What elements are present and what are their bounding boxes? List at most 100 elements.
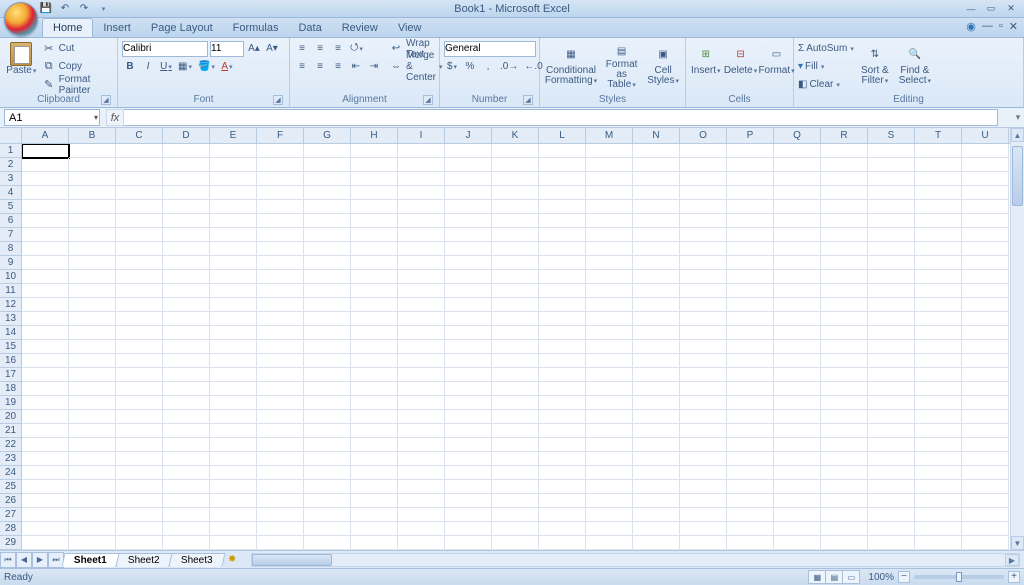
cell-S16[interactable] bbox=[868, 354, 915, 368]
row-head-8[interactable]: 8 bbox=[0, 242, 21, 256]
cell-D10[interactable] bbox=[163, 270, 210, 284]
page-layout-view-icon[interactable]: ▤ bbox=[825, 570, 843, 584]
zoom-level[interactable]: 100% bbox=[868, 572, 894, 583]
cell-J16[interactable] bbox=[445, 354, 492, 368]
cell-L13[interactable] bbox=[539, 312, 586, 326]
cell-T10[interactable] bbox=[915, 270, 962, 284]
cell-O21[interactable] bbox=[680, 424, 727, 438]
row-head-5[interactable]: 5 bbox=[0, 200, 21, 214]
cell-K24[interactable] bbox=[492, 466, 539, 480]
cell-M7[interactable] bbox=[586, 228, 633, 242]
cell-M29[interactable] bbox=[586, 536, 633, 550]
cell-C11[interactable] bbox=[116, 284, 163, 298]
tab-home[interactable]: Home bbox=[42, 18, 93, 37]
cell-A24[interactable] bbox=[22, 466, 69, 480]
cell-H8[interactable] bbox=[351, 242, 398, 256]
cell-C29[interactable] bbox=[116, 536, 163, 550]
cell-Q16[interactable] bbox=[774, 354, 821, 368]
cell-A27[interactable] bbox=[22, 508, 69, 522]
row-head-1[interactable]: 1 bbox=[0, 144, 21, 158]
cell-B12[interactable] bbox=[69, 298, 116, 312]
cell-G25[interactable] bbox=[304, 480, 351, 494]
cell-N1[interactable] bbox=[633, 144, 680, 158]
cell-L28[interactable] bbox=[539, 522, 586, 536]
cell-M27[interactable] bbox=[586, 508, 633, 522]
cell-T5[interactable] bbox=[915, 200, 962, 214]
cell-N9[interactable] bbox=[633, 256, 680, 270]
cell-H2[interactable] bbox=[351, 158, 398, 172]
cell-H11[interactable] bbox=[351, 284, 398, 298]
cell-P27[interactable] bbox=[727, 508, 774, 522]
save-icon[interactable]: 💾 bbox=[38, 2, 54, 16]
cell-P25[interactable] bbox=[727, 480, 774, 494]
zoom-in-button[interactable]: + bbox=[1008, 571, 1020, 583]
cell-U10[interactable] bbox=[962, 270, 1009, 284]
cell-H28[interactable] bbox=[351, 522, 398, 536]
row-head-21[interactable]: 21 bbox=[0, 424, 21, 438]
cell-I27[interactable] bbox=[398, 508, 445, 522]
cell-L22[interactable] bbox=[539, 438, 586, 452]
cell-S7[interactable] bbox=[868, 228, 915, 242]
cell-D14[interactable] bbox=[163, 326, 210, 340]
cell-D3[interactable] bbox=[163, 172, 210, 186]
cell-D17[interactable] bbox=[163, 368, 210, 382]
cell-G5[interactable] bbox=[304, 200, 351, 214]
cell-S2[interactable] bbox=[868, 158, 915, 172]
cell-C13[interactable] bbox=[116, 312, 163, 326]
cell-G12[interactable] bbox=[304, 298, 351, 312]
cell-A15[interactable] bbox=[22, 340, 69, 354]
cell-R11[interactable] bbox=[821, 284, 868, 298]
cell-U14[interactable] bbox=[962, 326, 1009, 340]
cell-B27[interactable] bbox=[69, 508, 116, 522]
find-select-button[interactable]: 🔍Find & Select bbox=[896, 40, 934, 92]
cell-G13[interactable] bbox=[304, 312, 351, 326]
cell-T2[interactable] bbox=[915, 158, 962, 172]
cell-S6[interactable] bbox=[868, 214, 915, 228]
cell-K11[interactable] bbox=[492, 284, 539, 298]
cell-F4[interactable] bbox=[257, 186, 304, 200]
cell-L29[interactable] bbox=[539, 536, 586, 550]
cell-M23[interactable] bbox=[586, 452, 633, 466]
cell-P8[interactable] bbox=[727, 242, 774, 256]
cell-R10[interactable] bbox=[821, 270, 868, 284]
cell-U8[interactable] bbox=[962, 242, 1009, 256]
cell-K13[interactable] bbox=[492, 312, 539, 326]
cell-R7[interactable] bbox=[821, 228, 868, 242]
cell-C17[interactable] bbox=[116, 368, 163, 382]
cell-O29[interactable] bbox=[680, 536, 727, 550]
cell-R13[interactable] bbox=[821, 312, 868, 326]
cell-G18[interactable] bbox=[304, 382, 351, 396]
zoom-out-button[interactable]: − bbox=[898, 571, 910, 583]
cell-H3[interactable] bbox=[351, 172, 398, 186]
cell-U9[interactable] bbox=[962, 256, 1009, 270]
cell-R18[interactable] bbox=[821, 382, 868, 396]
cell-E3[interactable] bbox=[210, 172, 257, 186]
cell-S15[interactable] bbox=[868, 340, 915, 354]
cell-S4[interactable] bbox=[868, 186, 915, 200]
row-head-17[interactable]: 17 bbox=[0, 368, 21, 382]
align-left-icon[interactable]: ≡ bbox=[294, 59, 310, 75]
cell-L25[interactable] bbox=[539, 480, 586, 494]
cell-A3[interactable] bbox=[22, 172, 69, 186]
cell-P10[interactable] bbox=[727, 270, 774, 284]
cell-L17[interactable] bbox=[539, 368, 586, 382]
cell-B28[interactable] bbox=[69, 522, 116, 536]
col-head-D[interactable]: D bbox=[163, 128, 210, 143]
cell-I4[interactable] bbox=[398, 186, 445, 200]
cell-S9[interactable] bbox=[868, 256, 915, 270]
cell-R12[interactable] bbox=[821, 298, 868, 312]
cell-R17[interactable] bbox=[821, 368, 868, 382]
cell-G3[interactable] bbox=[304, 172, 351, 186]
clipboard-launcher-icon[interactable]: ◢ bbox=[101, 95, 111, 105]
cell-Q28[interactable] bbox=[774, 522, 821, 536]
cell-S23[interactable] bbox=[868, 452, 915, 466]
cell-F17[interactable] bbox=[257, 368, 304, 382]
cell-B25[interactable] bbox=[69, 480, 116, 494]
cell-B13[interactable] bbox=[69, 312, 116, 326]
cell-A13[interactable] bbox=[22, 312, 69, 326]
cell-C7[interactable] bbox=[116, 228, 163, 242]
cell-D27[interactable] bbox=[163, 508, 210, 522]
col-head-A[interactable]: A bbox=[22, 128, 69, 143]
cell-P24[interactable] bbox=[727, 466, 774, 480]
cell-R25[interactable] bbox=[821, 480, 868, 494]
